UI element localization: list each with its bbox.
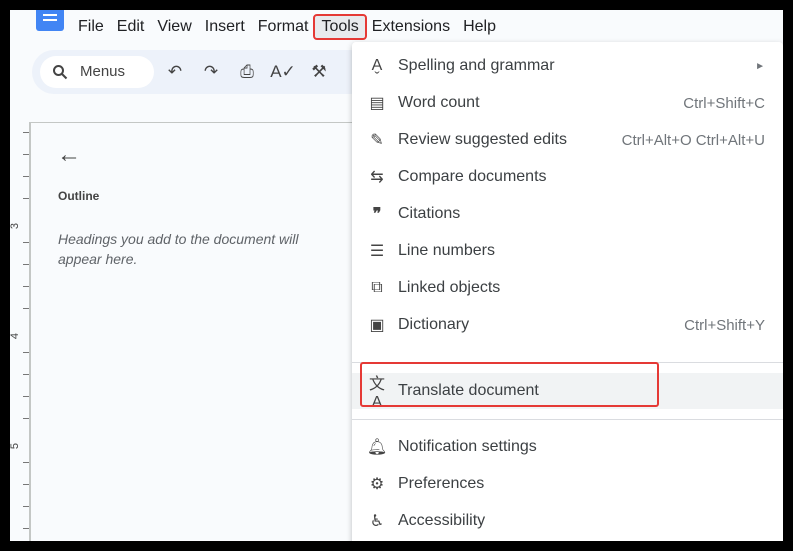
quote-icon: ❞ — [372, 206, 382, 223]
highlight-box — [360, 362, 659, 407]
item-label: Linked objects — [398, 279, 501, 296]
item-label: Citations — [398, 205, 461, 222]
accessibility-icon: ♿︎ — [369, 513, 385, 530]
undo-icon[interactable]: ↶ — [164, 61, 186, 83]
menu-item-word-count[interactable]: ▤ Word count Ctrl+Shift+C — [352, 85, 783, 121]
spellcheck-icon: A̬ — [371, 57, 383, 74]
compare-icon: ⇆ — [370, 169, 384, 186]
item-label: Preferences — [398, 475, 485, 492]
menu-extensions[interactable]: Extensions — [366, 16, 456, 38]
print-icon[interactable]: ⎙ — [236, 61, 258, 83]
item-label: Compare documents — [398, 168, 547, 185]
toolbar: Menus ↶ ↷ ⎙ A✓ ⚒ — [32, 50, 372, 94]
review-edits-icon: ✎ — [370, 132, 384, 149]
back-arrow-icon[interactable]: ← — [57, 141, 81, 169]
menu-help[interactable]: Help — [457, 16, 502, 38]
preferences-icon: ⚙ — [369, 476, 385, 493]
menu-view[interactable]: View — [151, 16, 197, 38]
dictionary-icon: ▣ — [369, 317, 385, 334]
search-icon — [53, 65, 68, 80]
outline-title: Outline — [58, 189, 100, 203]
spellcheck-icon[interactable]: A✓ — [270, 61, 296, 83]
item-label: Spelling and grammar — [398, 57, 555, 74]
line-numbers-icon: ☰ — [369, 243, 385, 260]
ruler-label: 5 — [10, 442, 22, 450]
menu-item-spelling[interactable]: A̬ Spelling and grammar ► — [352, 48, 783, 84]
menu-item-notifications[interactable]: 🔔︎ Notification settings — [352, 429, 783, 465]
shortcut: Ctrl+Shift+Y — [684, 316, 765, 334]
menu-item-line-numbers[interactable]: ☰ Line numbers — [352, 233, 783, 269]
search-menus-button[interactable]: Menus — [40, 56, 154, 88]
vertical-ruler: 3 4 5 — [10, 122, 30, 541]
divider — [352, 419, 783, 420]
search-label: Menus — [80, 63, 126, 80]
outline-hint: Headings you add to the document will ap… — [58, 231, 299, 267]
item-label: Review suggested edits — [398, 131, 567, 148]
ruler-label: 4 — [10, 332, 22, 340]
menu-file[interactable]: File — [72, 16, 110, 38]
google-docs-window: File Edit View Insert Format Tools Exten… — [10, 10, 783, 541]
shortcut: Ctrl+Alt+O Ctrl+Alt+U — [621, 131, 765, 149]
menu-item-accessibility[interactable]: ♿︎ Accessibility — [352, 503, 783, 539]
redo-icon[interactable]: ↷ — [200, 61, 222, 83]
paint-format-icon[interactable]: ⚒ — [308, 61, 330, 83]
menu-item-linked-objects[interactable]: ⧉ Linked objects — [352, 270, 783, 306]
ruler-label: 3 — [10, 222, 22, 230]
menu-item-review-edits[interactable]: ✎ Review suggested edits Ctrl+Alt+O Ctrl+A… — [352, 122, 783, 158]
menu-format[interactable]: Format — [252, 16, 315, 38]
menu-item-dictionary[interactable]: ▣ Dictionary Ctrl+Shift+Y — [352, 307, 783, 343]
menubar: File Edit View Insert Format Tools Exten… — [72, 14, 503, 40]
word-count-icon: ▤ — [369, 95, 385, 112]
menu-tools[interactable]: Tools — [313, 14, 367, 40]
menu-insert[interactable]: Insert — [199, 16, 251, 38]
tools-menu: A̬ Spelling and grammar ► ▤ Word count Ctrl+… — [352, 42, 783, 541]
item-label: Notification settings — [398, 438, 537, 455]
menu-item-preferences[interactable]: ⚙ Preferences — [352, 466, 783, 502]
item-label: Dictionary — [398, 316, 470, 333]
item-label: Accessibility — [398, 512, 486, 529]
item-label: Line numbers — [398, 242, 495, 259]
docs-logo[interactable] — [36, 10, 64, 31]
bell-icon: 🔔︎ — [366, 439, 388, 456]
menu-edit[interactable]: Edit — [111, 16, 151, 38]
link-icon: ⧉ — [371, 279, 383, 296]
menu-item-compare[interactable]: ⇆ Compare documents — [352, 159, 783, 195]
item-label: Word count — [398, 94, 480, 111]
submenu-arrow-icon: ► — [755, 60, 765, 72]
menu-item-citations[interactable]: ❞ Citations — [352, 196, 783, 232]
shortcut: Ctrl+Shift+C — [683, 94, 765, 112]
